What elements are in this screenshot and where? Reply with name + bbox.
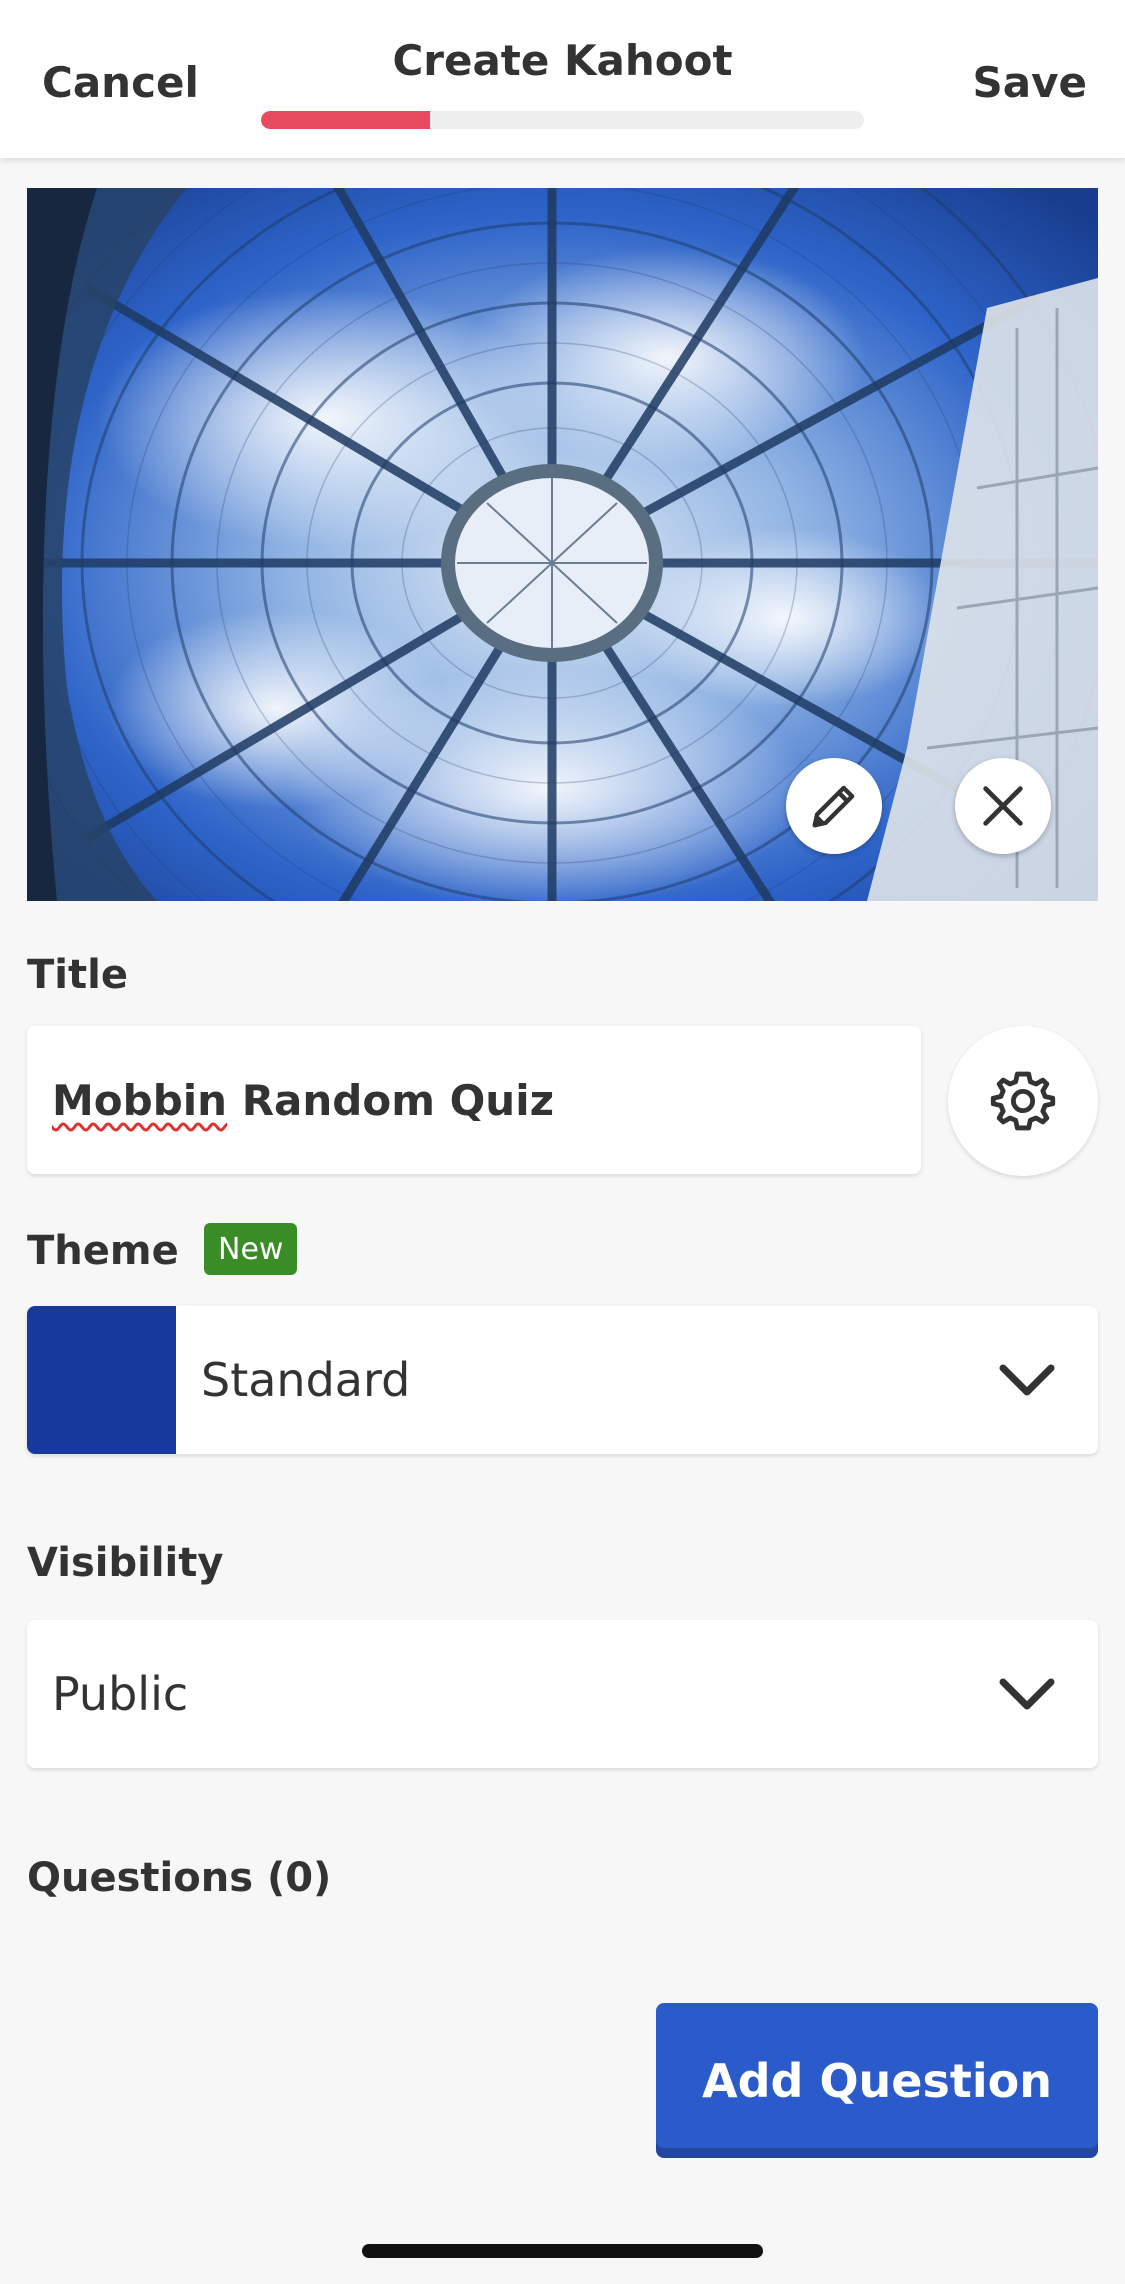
chevron-down-icon bbox=[999, 1678, 1055, 1710]
pencil-icon bbox=[812, 785, 855, 828]
theme-label: Theme bbox=[27, 1228, 179, 1274]
visibility-label: Visibility bbox=[27, 1540, 224, 1586]
visibility-selected-value: Public bbox=[52, 1667, 189, 1721]
title-value-misspelled: Mobbin bbox=[52, 1075, 228, 1125]
progress-fill bbox=[261, 111, 430, 129]
home-indicator bbox=[362, 2244, 763, 2258]
title-input[interactable]: Mobbin Random Quiz bbox=[27, 1026, 921, 1174]
theme-dropdown[interactable]: Standard bbox=[27, 1306, 1098, 1454]
dome-photo bbox=[27, 188, 1098, 901]
chevron-down-icon bbox=[999, 1364, 1055, 1396]
save-button[interactable]: Save bbox=[973, 58, 1087, 107]
theme-selected-value: Standard bbox=[201, 1353, 411, 1407]
close-icon bbox=[983, 786, 1023, 826]
visibility-dropdown[interactable]: Public bbox=[27, 1620, 1098, 1768]
edit-cover-button[interactable] bbox=[786, 758, 882, 854]
title-label: Title bbox=[27, 952, 128, 998]
page-title: Create Kahoot bbox=[392, 36, 733, 85]
top-bar: Cancel Create Kahoot Save bbox=[0, 0, 1125, 158]
title-value: Random Quiz bbox=[227, 1075, 555, 1125]
progress-bar bbox=[261, 111, 864, 129]
gear-icon bbox=[990, 1071, 1056, 1131]
settings-button[interactable] bbox=[948, 1026, 1098, 1176]
new-badge: New bbox=[204, 1223, 298, 1275]
theme-swatch bbox=[27, 1306, 176, 1454]
cover-image[interactable] bbox=[27, 188, 1098, 901]
add-question-button[interactable]: Add Question bbox=[656, 2003, 1098, 2158]
questions-count-label: Questions (0) bbox=[27, 1855, 332, 1901]
create-kahoot-screen: Cancel Create Kahoot Save Title Mobbin R… bbox=[0, 0, 1125, 2284]
remove-cover-button[interactable] bbox=[955, 758, 1051, 854]
